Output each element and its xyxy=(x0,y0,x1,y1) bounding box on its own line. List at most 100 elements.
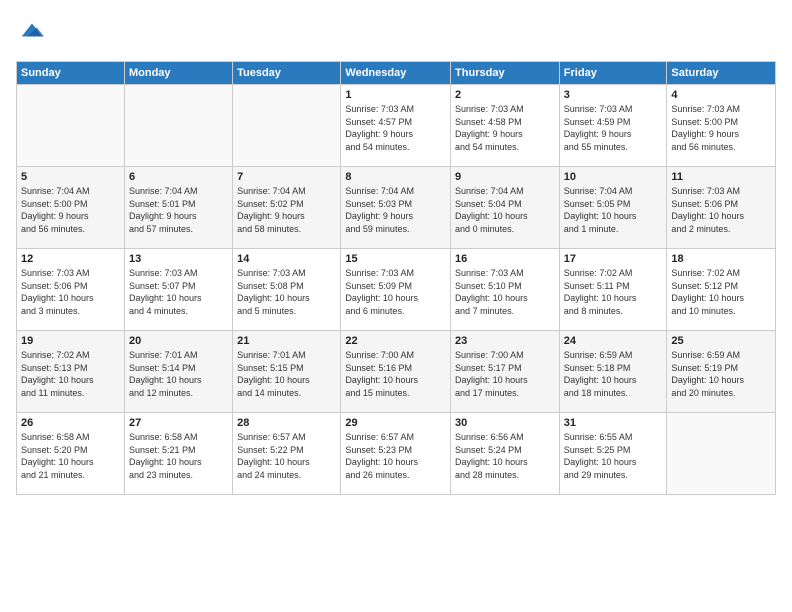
day-number: 16 xyxy=(455,253,555,265)
day-number: 26 xyxy=(21,417,120,429)
day-info: Sunrise: 7:02 AM Sunset: 5:13 PM Dayligh… xyxy=(21,349,120,399)
day-info: Sunrise: 7:00 AM Sunset: 5:17 PM Dayligh… xyxy=(455,349,555,399)
calendar-cell: 13 Sunrise: 7:03 AM Sunset: 5:07 PM Dayli… xyxy=(124,249,232,331)
calendar-cell: 6 Sunrise: 7:04 AM Sunset: 5:01 PM Daylig… xyxy=(124,167,232,249)
logo-icon xyxy=(18,16,46,44)
day-number: 17 xyxy=(564,253,663,265)
day-number: 22 xyxy=(345,335,446,347)
day-number: 6 xyxy=(129,171,228,183)
day-number: 21 xyxy=(237,335,336,347)
calendar-cell: 15 Sunrise: 7:03 AM Sunset: 5:09 PM Dayli… xyxy=(341,249,451,331)
day-info: Sunrise: 7:03 AM Sunset: 4:58 PM Dayligh… xyxy=(455,103,555,153)
calendar-cell: 30 Sunrise: 6:56 AM Sunset: 5:24 PM Dayli… xyxy=(451,413,560,495)
calendar-cell: 17 Sunrise: 7:02 AM Sunset: 5:11 PM Dayli… xyxy=(559,249,667,331)
calendar-cell: 26 Sunrise: 6:58 AM Sunset: 5:20 PM Dayli… xyxy=(17,413,125,495)
day-info: Sunrise: 7:03 AM Sunset: 5:10 PM Dayligh… xyxy=(455,267,555,317)
day-number: 7 xyxy=(237,171,336,183)
day-number: 2 xyxy=(455,89,555,101)
day-info: Sunrise: 7:02 AM Sunset: 5:12 PM Dayligh… xyxy=(671,267,771,317)
day-info: Sunrise: 7:03 AM Sunset: 5:06 PM Dayligh… xyxy=(671,185,771,235)
calendar-cell: 9 Sunrise: 7:04 AM Sunset: 5:04 PM Daylig… xyxy=(451,167,560,249)
day-info: Sunrise: 7:02 AM Sunset: 5:11 PM Dayligh… xyxy=(564,267,663,317)
day-number: 19 xyxy=(21,335,120,347)
weekday-header-tuesday: Tuesday xyxy=(233,62,341,85)
calendar-cell: 24 Sunrise: 6:59 AM Sunset: 5:18 PM Dayli… xyxy=(559,331,667,413)
day-info: Sunrise: 7:04 AM Sunset: 5:00 PM Dayligh… xyxy=(21,185,120,235)
calendar-cell: 31 Sunrise: 6:55 AM Sunset: 5:25 PM Dayli… xyxy=(559,413,667,495)
calendar-cell: 14 Sunrise: 7:03 AM Sunset: 5:08 PM Dayli… xyxy=(233,249,341,331)
day-info: Sunrise: 6:57 AM Sunset: 5:23 PM Dayligh… xyxy=(345,431,446,481)
day-info: Sunrise: 7:03 AM Sunset: 4:57 PM Dayligh… xyxy=(345,103,446,153)
calendar-cell: 20 Sunrise: 7:01 AM Sunset: 5:14 PM Dayli… xyxy=(124,331,232,413)
day-info: Sunrise: 7:00 AM Sunset: 5:16 PM Dayligh… xyxy=(345,349,446,399)
day-info: Sunrise: 7:03 AM Sunset: 5:06 PM Dayligh… xyxy=(21,267,120,317)
day-number: 29 xyxy=(345,417,446,429)
weekday-header-friday: Friday xyxy=(559,62,667,85)
calendar-cell xyxy=(667,413,776,495)
calendar-cell: 23Sunrise: 7:00 AM Sunset: 5:17 PM Dayli… xyxy=(451,331,560,413)
calendar-cell: 2 Sunrise: 7:03 AM Sunset: 4:58 PM Daylig… xyxy=(451,85,560,167)
calendar-cell: 5 Sunrise: 7:04 AM Sunset: 5:00 PM Daylig… xyxy=(17,167,125,249)
calendar-cell: 29 Sunrise: 6:57 AM Sunset: 5:23 PM Dayli… xyxy=(341,413,451,495)
day-number: 4 xyxy=(671,89,771,101)
day-number: 15 xyxy=(345,253,446,265)
calendar-cell: 7 Sunrise: 7:04 AM Sunset: 5:02 PM Daylig… xyxy=(233,167,341,249)
day-number: 20 xyxy=(129,335,228,347)
weekday-header-thursday: Thursday xyxy=(451,62,560,85)
calendar-cell: 21 Sunrise: 7:01 AM Sunset: 5:15 PM Dayli… xyxy=(233,331,341,413)
calendar-cell: 12Sunrise: 7:03 AM Sunset: 5:06 PM Dayli… xyxy=(17,249,125,331)
day-info: Sunrise: 7:04 AM Sunset: 5:05 PM Dayligh… xyxy=(564,185,663,235)
day-number: 11 xyxy=(671,171,771,183)
calendar-cell: 19 Sunrise: 7:02 AM Sunset: 5:13 PM Dayli… xyxy=(17,331,125,413)
day-number: 27 xyxy=(129,417,228,429)
day-number: 13 xyxy=(129,253,228,265)
day-info: Sunrise: 7:04 AM Sunset: 5:02 PM Dayligh… xyxy=(237,185,336,235)
page-header xyxy=(16,16,776,49)
day-number: 31 xyxy=(564,417,663,429)
day-info: Sunrise: 6:58 AM Sunset: 5:21 PM Dayligh… xyxy=(129,431,228,481)
calendar-cell: 25Sunrise: 6:59 AM Sunset: 5:19 PM Dayli… xyxy=(667,331,776,413)
day-info: Sunrise: 7:03 AM Sunset: 5:08 PM Dayligh… xyxy=(237,267,336,317)
day-info: Sunrise: 6:55 AM Sunset: 5:25 PM Dayligh… xyxy=(564,431,663,481)
calendar-cell: 28 Sunrise: 6:57 AM Sunset: 5:22 PM Dayli… xyxy=(233,413,341,495)
day-info: Sunrise: 7:03 AM Sunset: 5:00 PM Dayligh… xyxy=(671,103,771,153)
day-number: 1 xyxy=(345,89,446,101)
day-info: Sunrise: 7:03 AM Sunset: 4:59 PM Dayligh… xyxy=(564,103,663,153)
calendar-cell: 22 Sunrise: 7:00 AM Sunset: 5:16 PM Dayli… xyxy=(341,331,451,413)
weekday-header-sunday: Sunday xyxy=(17,62,125,85)
calendar-cell: 8 Sunrise: 7:04 AM Sunset: 5:03 PM Daylig… xyxy=(341,167,451,249)
weekday-header-monday: Monday xyxy=(124,62,232,85)
logo xyxy=(16,16,46,49)
calendar-table: SundayMondayTuesdayWednesdayThursdayFrid… xyxy=(16,61,776,495)
day-number: 30 xyxy=(455,417,555,429)
day-number: 5 xyxy=(21,171,120,183)
calendar-cell: 1 Sunrise: 7:03 AM Sunset: 4:57 PM Daylig… xyxy=(341,85,451,167)
calendar-cell: 16 Sunrise: 7:03 AM Sunset: 5:10 PM Dayli… xyxy=(451,249,560,331)
day-info: Sunrise: 7:03 AM Sunset: 5:07 PM Dayligh… xyxy=(129,267,228,317)
day-info: Sunrise: 7:03 AM Sunset: 5:09 PM Dayligh… xyxy=(345,267,446,317)
day-info: Sunrise: 7:01 AM Sunset: 5:14 PM Dayligh… xyxy=(129,349,228,399)
calendar-cell: 3Sunrise: 7:03 AM Sunset: 4:59 PM Daylig… xyxy=(559,85,667,167)
weekday-header-saturday: Saturday xyxy=(667,62,776,85)
day-info: Sunrise: 6:59 AM Sunset: 5:19 PM Dayligh… xyxy=(671,349,771,399)
day-number: 14 xyxy=(237,253,336,265)
day-info: Sunrise: 7:04 AM Sunset: 5:01 PM Dayligh… xyxy=(129,185,228,235)
day-info: Sunrise: 7:04 AM Sunset: 5:04 PM Dayligh… xyxy=(455,185,555,235)
calendar-cell: 4 Sunrise: 7:03 AM Sunset: 5:00 PM Daylig… xyxy=(667,85,776,167)
day-number: 10 xyxy=(564,171,663,183)
day-info: Sunrise: 6:57 AM Sunset: 5:22 PM Dayligh… xyxy=(237,431,336,481)
day-number: 8 xyxy=(345,171,446,183)
calendar-cell: 11 Sunrise: 7:03 AM Sunset: 5:06 PM Dayli… xyxy=(667,167,776,249)
calendar-cell xyxy=(17,85,125,167)
day-number: 9 xyxy=(455,171,555,183)
day-info: Sunrise: 7:01 AM Sunset: 5:15 PM Dayligh… xyxy=(237,349,336,399)
calendar-cell xyxy=(233,85,341,167)
day-number: 28 xyxy=(237,417,336,429)
day-info: Sunrise: 6:56 AM Sunset: 5:24 PM Dayligh… xyxy=(455,431,555,481)
day-info: Sunrise: 6:59 AM Sunset: 5:18 PM Dayligh… xyxy=(564,349,663,399)
day-info: Sunrise: 6:58 AM Sunset: 5:20 PM Dayligh… xyxy=(21,431,120,481)
calendar-cell: 10 Sunrise: 7:04 AM Sunset: 5:05 PM Dayli… xyxy=(559,167,667,249)
calendar-cell xyxy=(124,85,232,167)
day-number: 24 xyxy=(564,335,663,347)
day-info: Sunrise: 7:04 AM Sunset: 5:03 PM Dayligh… xyxy=(345,185,446,235)
